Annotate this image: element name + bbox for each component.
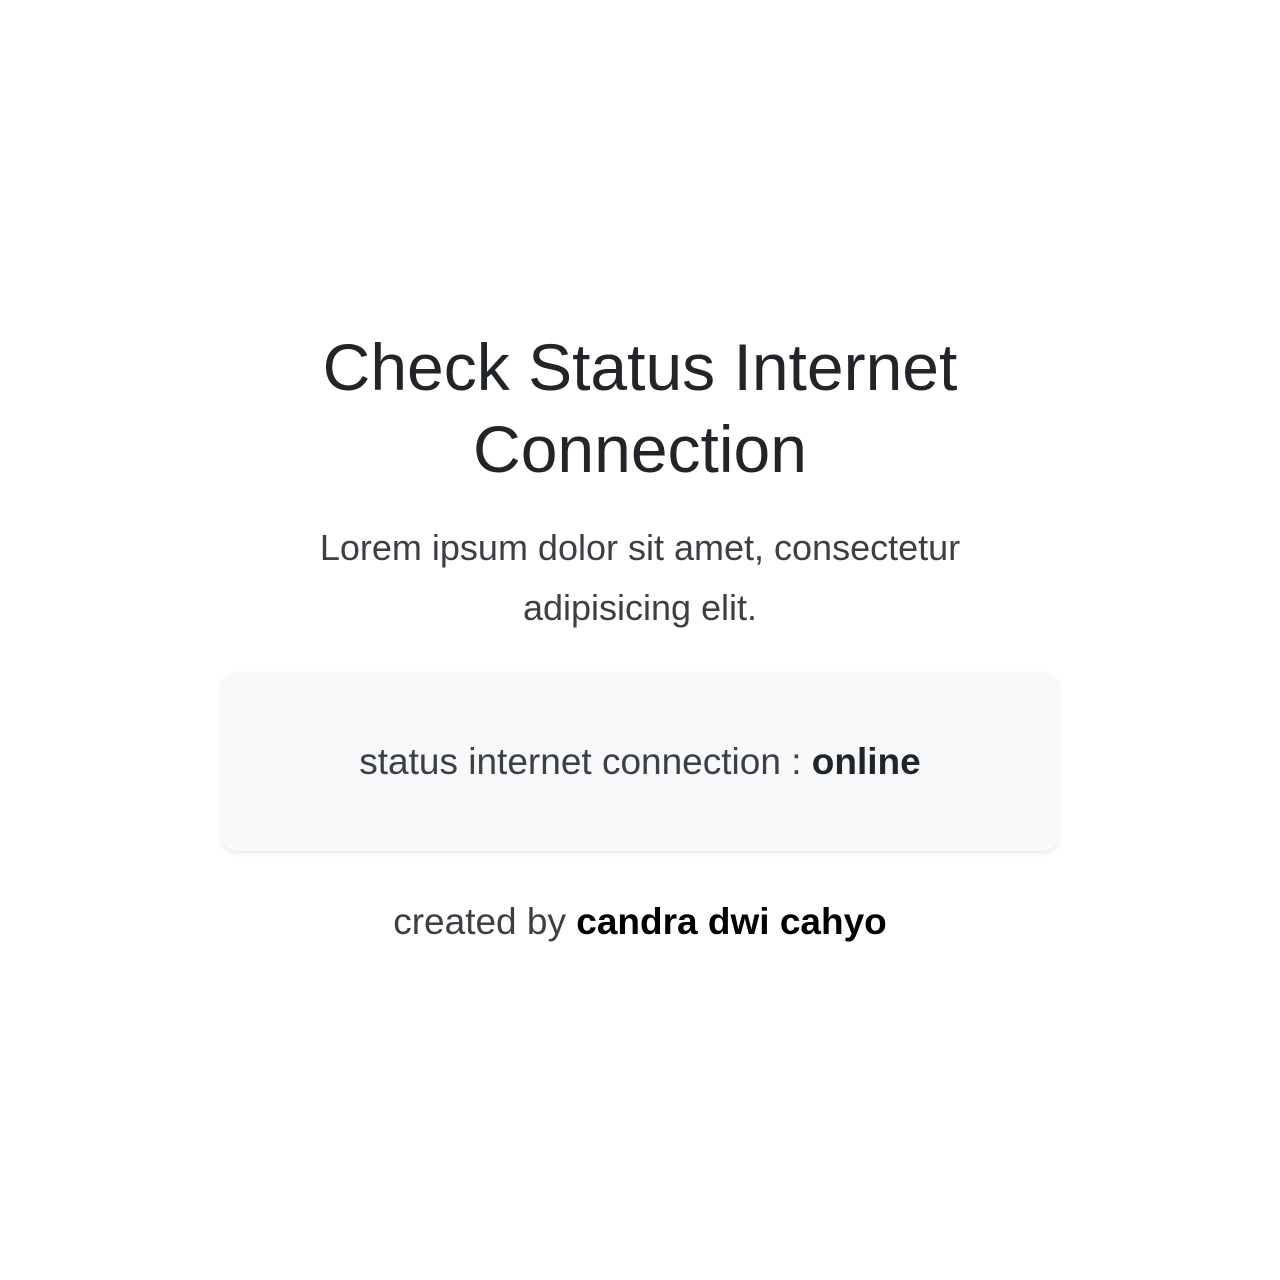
hero-section: Check Status Internet Connection Lorem i… [0, 326, 1280, 638]
status-value: online [811, 741, 921, 782]
status-card: status internet connection : online [222, 673, 1058, 851]
page-title: Check Status Internet Connection [322, 330, 958, 486]
page: Check Status Internet Connection Lorem i… [0, 0, 1280, 1280]
status-line: status internet connection : online [359, 738, 920, 786]
page-description: Lorem ipsum dolor sit amet, consectetur … [319, 527, 961, 628]
footer-prefix: created by [393, 901, 577, 942]
status-label: status internet connection : [359, 741, 812, 782]
author-name: candra dwi cahyo [576, 901, 887, 942]
footer-credit: created by candra dwi cahyo [0, 896, 1280, 948]
